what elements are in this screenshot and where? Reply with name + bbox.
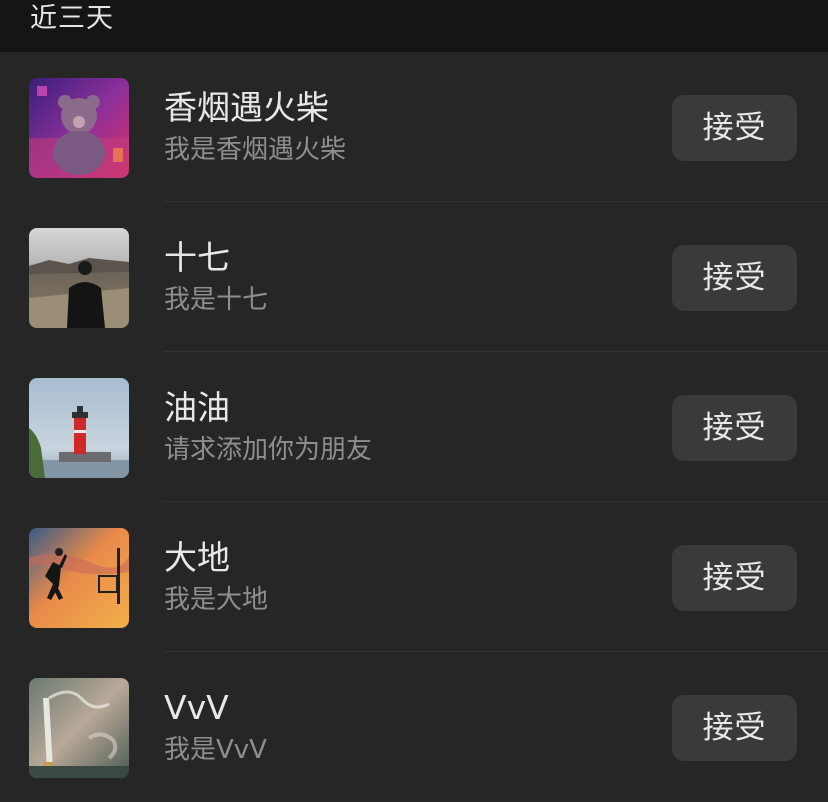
avatar[interactable] xyxy=(29,528,129,628)
teddy-bear-photo-icon xyxy=(29,78,129,178)
lighthouse-photo-icon xyxy=(29,378,129,478)
friend-request-item[interactable]: VvV 我是VvV 接受 xyxy=(0,652,828,802)
man-back-view-photo-icon xyxy=(29,228,129,328)
requester-name: 油油 xyxy=(164,388,230,427)
requester-name: VvV xyxy=(164,688,229,727)
friend-request-item[interactable]: 香烟遇火柴 我是香烟遇火柴 接受 xyxy=(0,52,828,202)
accept-button[interactable]: 接受 xyxy=(672,245,797,311)
friend-request-list: 香烟遇火柴 我是香烟遇火柴 接受 十七 我是十七 接受 油油 请求添加你为朋友 … xyxy=(0,52,828,796)
section-header: 近三天 xyxy=(0,0,828,52)
friend-request-item[interactable]: 十七 我是十七 接受 xyxy=(0,202,828,352)
request-message: 我是大地 xyxy=(164,585,269,615)
accept-button[interactable]: 接受 xyxy=(672,395,797,461)
request-message: 我是十七 xyxy=(164,285,269,315)
accept-button[interactable]: 接受 xyxy=(672,545,797,611)
accept-button[interactable]: 接受 xyxy=(672,95,797,161)
cigarette-photo-icon xyxy=(29,678,129,778)
requester-name: 香烟遇火柴 xyxy=(164,88,329,127)
basketball-sunset-photo-icon xyxy=(29,528,129,628)
avatar[interactable] xyxy=(29,78,129,178)
avatar[interactable] xyxy=(29,678,129,778)
request-message: 请求添加你为朋友 xyxy=(164,435,373,465)
request-message: 我是香烟遇火柴 xyxy=(164,135,347,165)
friend-request-item[interactable]: 大地 我是大地 接受 xyxy=(0,502,828,652)
section-title: 近三天 xyxy=(30,3,114,34)
accept-button[interactable]: 接受 xyxy=(672,695,797,761)
requester-name: 大地 xyxy=(164,538,230,577)
requester-name: 十七 xyxy=(164,238,230,277)
friend-request-item[interactable]: 油油 请求添加你为朋友 接受 xyxy=(0,352,828,502)
request-message: 我是VvV xyxy=(164,735,267,765)
avatar[interactable] xyxy=(29,378,129,478)
avatar[interactable] xyxy=(29,228,129,328)
